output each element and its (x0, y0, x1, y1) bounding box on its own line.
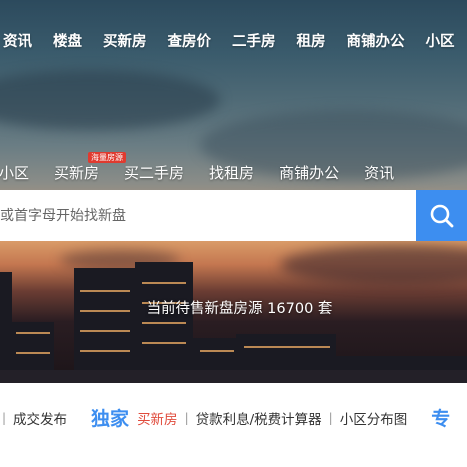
top-nav-community[interactable]: 小区 (426, 30, 455, 51)
search-input[interactable] (0, 195, 316, 236)
tab-rent[interactable]: 找租房 (209, 162, 254, 183)
search-bar (0, 190, 416, 241)
top-nav-commercial[interactable]: 商铺办公 (347, 30, 405, 51)
quick-links: | 成交发布 独家 买新房 | 贷款利息/税费计算器 | 小区分布图 专 (0, 404, 450, 431)
link-calculator[interactable]: 贷款利息/税费计算器 (196, 408, 322, 428)
top-nav: 资讯 楼盘 买新房 查房价 二手房 租房 商铺办公 小区 问答 (0, 20, 467, 60)
tab-commercial[interactable]: 商铺办公 (279, 162, 339, 183)
top-nav-second-hand[interactable]: 二手房 (232, 30, 276, 51)
link-new-house[interactable]: 买新房 (137, 408, 178, 428)
divider: | (2, 410, 7, 425)
search-button[interactable] (416, 190, 467, 241)
link-community-map[interactable]: 小区分布图 (340, 408, 408, 428)
tab-new-house[interactable]: 买新房 海量房源 (54, 151, 127, 183)
search-icon (430, 204, 453, 227)
listing-count: 当前待售新盘房源 16700 套 (146, 301, 333, 317)
tab-badge: 海量房源 (88, 151, 127, 163)
top-nav-projects[interactable]: 楼盘 (53, 30, 82, 51)
tail-label: 专 (431, 408, 451, 430)
tab-second-hand[interactable]: 买二手房 (124, 162, 184, 183)
tab-new-house-label: 买新房 (54, 163, 100, 182)
search-tabs: 找小区 买新房 海量房源 买二手房 找租房 商铺办公 资讯 (0, 151, 394, 187)
top-nav-price[interactable]: 查房价 (168, 30, 212, 51)
divider: | (328, 410, 333, 425)
hero-banner: 资讯 楼盘 买新房 查房价 二手房 租房 商铺办公 小区 问答 找小区 买新房 … (0, 0, 467, 383)
top-nav-news[interactable]: 资讯 (3, 30, 32, 51)
exclusive-label: 独家 (91, 408, 130, 430)
link-deal-publish[interactable]: 成交发布 (13, 408, 67, 428)
top-nav-rent[interactable]: 租房 (297, 30, 326, 51)
top-nav-new-house[interactable]: 买新房 (103, 30, 147, 51)
tab-community[interactable]: 找小区 (0, 162, 29, 183)
divider: | (184, 410, 189, 425)
tab-news[interactable]: 资讯 (364, 162, 394, 183)
